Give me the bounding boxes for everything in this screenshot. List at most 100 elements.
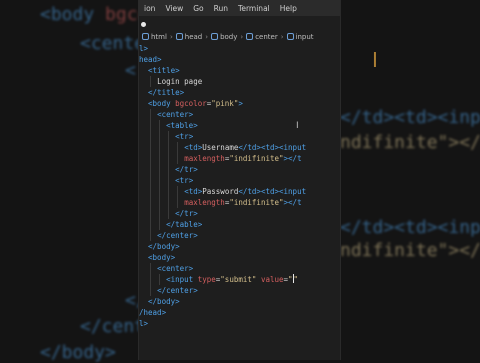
code-line[interactable]: /head> xyxy=(139,307,340,318)
background-code-line: ndifinite"></t xyxy=(340,240,480,261)
code-line[interactable]: </tr> xyxy=(139,208,340,219)
indent-guide xyxy=(150,76,152,87)
code-token: </body> xyxy=(148,242,180,251)
code-line[interactable]: </table> xyxy=(139,219,340,230)
code-token: Login page xyxy=(157,77,203,86)
code-line[interactable]: </center> xyxy=(139,230,340,241)
code-token: </tr> xyxy=(175,209,198,218)
code-line[interactable]: head> xyxy=(139,54,340,65)
code-line[interactable]: </tr> xyxy=(139,164,340,175)
code-token: <td> xyxy=(184,187,203,196)
code-token: ndifinite"></t xyxy=(340,240,480,261)
code-token: </center> xyxy=(157,286,198,295)
code-line[interactable]: maxlength="indifinite"></t xyxy=(139,153,340,164)
code-token: </td><td><input xyxy=(238,143,307,152)
code-line[interactable]: </body> xyxy=(139,296,340,307)
menu-item-view[interactable]: View xyxy=(160,4,188,13)
code-line[interactable]: </center> xyxy=(139,285,340,296)
code-token: "indifinite" xyxy=(229,198,284,207)
code-line[interactable]: <body> xyxy=(139,252,340,263)
code-token: <input xyxy=(166,275,198,284)
code-token: < xyxy=(125,60,136,81)
menu-item-run[interactable]: Run xyxy=(209,4,233,13)
code-token: ></t xyxy=(283,198,302,207)
code-token: l> xyxy=(139,44,149,53)
code-line[interactable]: <td>Password</td><td><input xyxy=(139,186,340,197)
chevron-right-icon: › xyxy=(280,32,284,41)
code-token: > xyxy=(238,99,243,108)
breadcrumb-item-body[interactable]: body xyxy=(220,33,237,41)
menu-item-go[interactable]: Go xyxy=(188,4,208,13)
code-line[interactable]: <body bgcolor="pink"> xyxy=(139,98,340,109)
code-token: </td><td><input xyxy=(238,187,307,196)
code-token: <body> xyxy=(148,253,176,262)
code-token: <tr> xyxy=(175,176,194,185)
code-line[interactable]: <table> xyxy=(139,120,340,131)
code-token: </table> xyxy=(166,220,203,229)
breadcrumb-item-head[interactable]: head xyxy=(185,33,202,41)
chevron-right-icon: › xyxy=(169,32,173,41)
code-line[interactable]: </body> xyxy=(139,241,340,252)
code-token: type xyxy=(197,275,216,284)
code-line[interactable]: <input type="submit" value="" xyxy=(139,274,340,285)
code-line[interactable]: <td>Username</td><td><input xyxy=(139,142,340,153)
code-token: <td> xyxy=(184,143,203,152)
code-token: <title> xyxy=(148,66,180,75)
indent-guide xyxy=(150,263,152,296)
code-token: <tr> xyxy=(175,132,194,141)
element-icon xyxy=(142,33,149,40)
code-token: </tr> xyxy=(175,165,198,174)
code-token: Username xyxy=(202,143,239,152)
code-token: " xyxy=(293,275,299,284)
text-cursor-icon: I xyxy=(372,48,378,72)
breadcrumb-item-input[interactable]: input xyxy=(296,33,314,41)
code-token: <center> xyxy=(157,110,194,119)
code-line[interactable]: <tr> xyxy=(139,131,340,142)
code-line[interactable]: maxlength="indifinite"></t xyxy=(139,197,340,208)
breadcrumb-item-center[interactable]: center xyxy=(255,33,278,41)
chevron-right-icon: › xyxy=(205,32,209,41)
code-line[interactable]: Login page xyxy=(139,76,340,87)
background-code-line: ndifinite"></t xyxy=(340,132,480,153)
menu-item-terminal[interactable]: Terminal xyxy=(233,4,275,13)
code-line[interactable]: <center> xyxy=(139,109,340,120)
code-line[interactable]: l> xyxy=(139,43,340,54)
code-editor: ion View Go Run Terminal Help html › head › body ›… xyxy=(138,0,341,360)
menu-bar: ion View Go Run Terminal Help xyxy=(139,0,340,16)
code-token: <cente xyxy=(80,33,146,54)
code-line[interactable]: <title> xyxy=(139,65,340,76)
code-token: </center> xyxy=(157,231,198,240)
menu-item-ion[interactable]: ion xyxy=(139,4,160,13)
code-token: Password xyxy=(202,187,239,196)
breadcrumb: html › head › body › center › input xyxy=(139,30,340,43)
code-token: bgcolor xyxy=(175,99,207,108)
background-code-line: < xyxy=(125,60,136,81)
code-line[interactable]: <center> xyxy=(139,263,340,274)
code-token: </td><td><inpu xyxy=(340,217,480,238)
code-line[interactable]: l> xyxy=(139,318,340,329)
element-icon xyxy=(286,33,294,40)
code-line[interactable]: <tr> xyxy=(139,175,340,186)
code-token: l> xyxy=(139,319,149,328)
indent-guide xyxy=(168,131,170,219)
code-token: head> xyxy=(139,55,162,64)
element-icon xyxy=(175,33,183,40)
code-token: maxlength xyxy=(184,198,225,207)
unsaved-dot-icon xyxy=(141,22,146,27)
menu-item-help[interactable]: Help xyxy=(275,4,302,13)
code-line[interactable]: </title> xyxy=(139,87,340,98)
code-token: <center> xyxy=(157,264,194,273)
code-token: "submit" xyxy=(220,275,261,284)
code-token: /head> xyxy=(139,308,167,317)
code-area[interactable]: l> head> <title> Login page </title> <body bg… xyxy=(139,43,340,329)
code-token: <table> xyxy=(166,121,198,130)
breadcrumb-item-html[interactable]: html xyxy=(151,33,167,41)
indent-guide xyxy=(159,120,161,230)
chevron-right-icon: › xyxy=(240,32,244,41)
indent-guide xyxy=(159,274,161,285)
code-token: "indifinite" xyxy=(229,154,284,163)
background-code-line: </td><td><inpu xyxy=(340,107,480,128)
code-token: ndifinite"></t xyxy=(340,132,480,153)
code-token: <body xyxy=(148,99,176,108)
code-token: <body xyxy=(40,4,106,25)
